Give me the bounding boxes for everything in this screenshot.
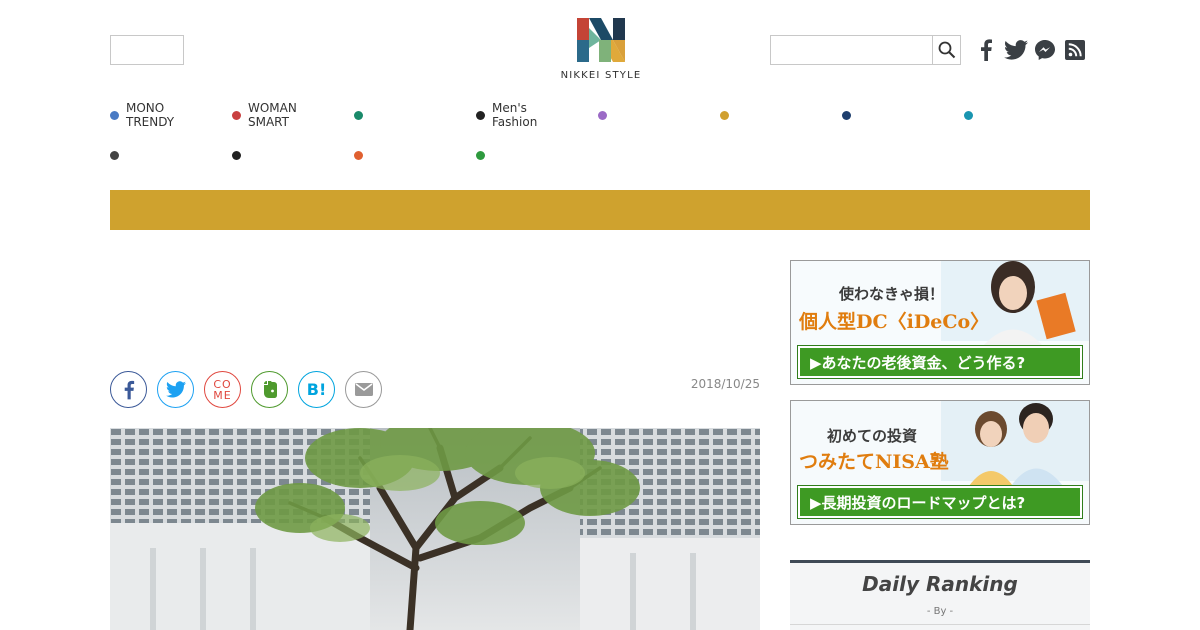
search-icon <box>938 41 955 59</box>
twitter-link[interactable] <box>1004 38 1028 62</box>
category-dot <box>476 110 485 120</box>
category-dot <box>964 110 973 120</box>
search-input[interactable] <box>770 35 933 65</box>
section-header-bar <box>110 190 1090 230</box>
hatena-icon: B! <box>306 380 327 399</box>
banner-cta-button[interactable]: ▶あなたの老後資金、どう作る? <box>798 346 1082 378</box>
category-dot <box>720 110 729 120</box>
category-item[interactable] <box>842 100 858 130</box>
evernote-share-button[interactable] <box>251 371 288 408</box>
category-dot <box>598 110 607 120</box>
ideco-ad-banner[interactable]: 使わなきゃ損！ 個人型DC〈iDeCo〉 ▶あなたの老後資金、どう作る? <box>790 260 1090 385</box>
banner-line1: 初めての投資 <box>827 427 918 445</box>
tsumitate-nisa-ad-banner[interactable]: 初めての投資 つみたてNISA塾 ▶長期投資のロードマップとは? <box>790 400 1090 525</box>
messenger-link[interactable] <box>1033 38 1057 62</box>
nikkei-style-logo[interactable]: NIKKEI STYLE <box>555 18 647 84</box>
category-dot <box>842 110 851 120</box>
article-date: 2018/10/25 <box>690 377 760 391</box>
category-item[interactable]: WOMAN SMART <box>232 100 297 130</box>
twitter-icon <box>165 381 186 398</box>
search-button[interactable] <box>932 35 961 65</box>
twitter-share-button[interactable] <box>157 371 194 408</box>
twitter-icon <box>1004 40 1028 60</box>
logo-n-mark-icon <box>577 18 625 62</box>
banner-line1: 使わなきゃ損！ <box>839 285 945 303</box>
category-item[interactable]: MONO TRENDY <box>110 100 174 130</box>
category-label: Men's Fashion <box>492 101 538 129</box>
category-dot <box>354 150 363 160</box>
divider <box>790 624 1090 625</box>
banner-line2: 個人型DC〈iDeCo〉 <box>799 311 990 333</box>
come-share-button[interactable]: CO ME <box>204 371 241 408</box>
logo-text: NIKKEI STYLE <box>560 70 642 81</box>
daily-ranking-panel: Daily Ranking - By - <box>790 560 1090 630</box>
banner-line2: つみたてNISA塾 <box>799 451 949 473</box>
category-label: MONO TRENDY <box>126 101 175 129</box>
category-dot <box>354 110 363 120</box>
mail-share-button[interactable] <box>345 371 382 408</box>
category-item[interactable] <box>720 100 736 130</box>
ranking-title: Daily Ranking <box>862 572 1018 596</box>
ranking-by-line: - By - <box>926 606 954 617</box>
category-dot <box>232 110 241 120</box>
category-dot <box>232 150 241 160</box>
facebook-link[interactable] <box>974 38 998 62</box>
evernote-icon <box>263 380 277 398</box>
hatena-share-button[interactable]: B! <box>298 371 335 408</box>
category-dot <box>110 150 119 160</box>
facebook-share-button[interactable] <box>110 371 147 408</box>
come-icon-bottom: ME <box>213 388 232 402</box>
category-item[interactable] <box>354 140 370 170</box>
facebook-icon <box>124 380 134 399</box>
site-header: NIKKEI STYLE <box>0 0 1200 95</box>
rss-icon <box>1065 40 1085 60</box>
login-link-box[interactable] <box>110 35 184 65</box>
category-dot <box>476 150 485 160</box>
come-icon-top: CO <box>213 377 232 391</box>
building-photo <box>110 428 760 630</box>
banner-cta-button[interactable]: ▶長期投資のロードマップとは? <box>798 486 1082 518</box>
category-dot <box>110 110 119 120</box>
category-item[interactable] <box>964 100 980 130</box>
facebook-icon <box>981 39 992 61</box>
category-item[interactable] <box>110 140 126 170</box>
category-item[interactable] <box>354 100 370 130</box>
category-item[interactable] <box>476 140 492 170</box>
category-item[interactable] <box>598 100 614 130</box>
article-hero-image <box>110 428 760 630</box>
messenger-icon <box>1035 40 1055 60</box>
category-item[interactable] <box>232 140 248 170</box>
category-label: WOMAN SMART <box>248 101 297 129</box>
mail-icon <box>354 383 373 396</box>
rss-link[interactable] <box>1063 38 1087 62</box>
category-item[interactable]: Men's Fashion <box>476 100 537 130</box>
